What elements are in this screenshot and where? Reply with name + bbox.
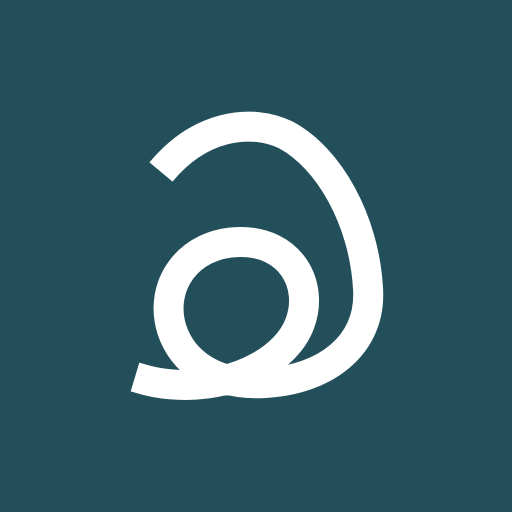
loop-logo-icon [0, 0, 512, 512]
app-icon [0, 0, 512, 512]
